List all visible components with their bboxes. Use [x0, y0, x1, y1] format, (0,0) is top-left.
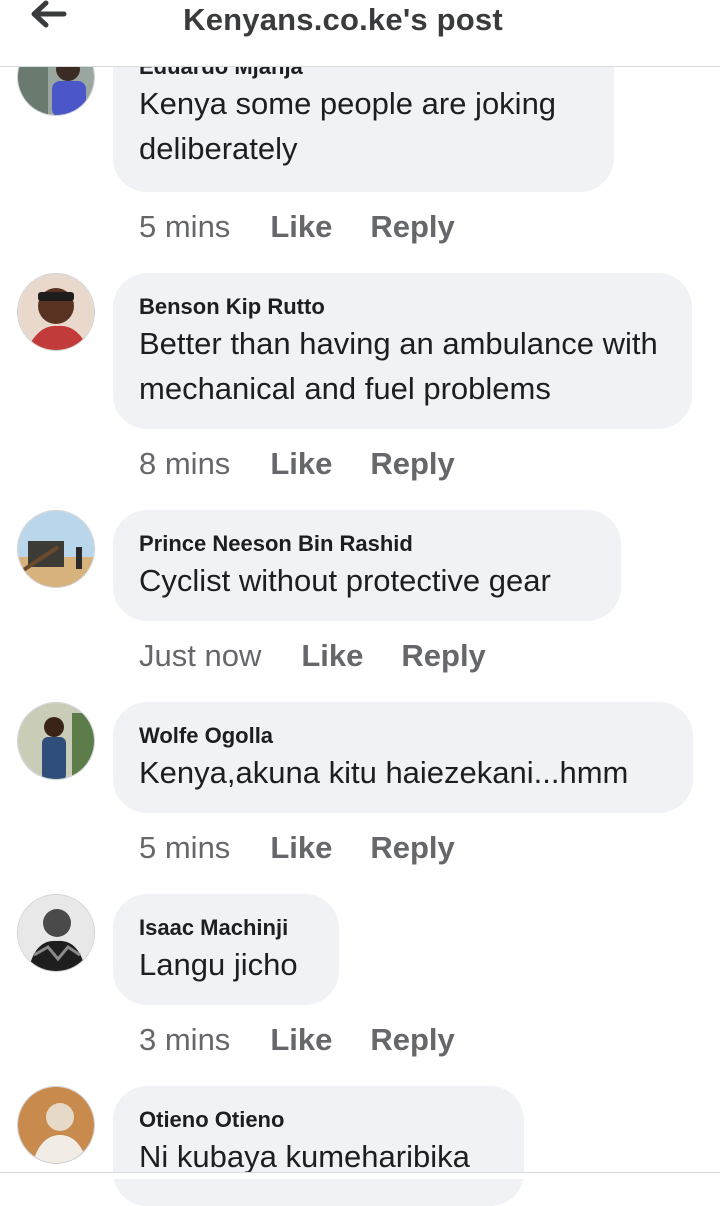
comment-bubble[interactable]: Isaac Machinji Langu jicho: [113, 894, 339, 1005]
avatar-image: [18, 274, 94, 350]
reply-button[interactable]: Reply: [370, 444, 454, 484]
reply-button[interactable]: Reply: [370, 1020, 454, 1060]
comment-text: Cyclist without protective gear: [139, 563, 551, 598]
comment-actions: 5 mins Like Reply: [139, 207, 455, 247]
avatar[interactable]: [17, 894, 95, 972]
comment-author[interactable]: Isaac Machinji: [139, 914, 313, 942]
comment-time: 5 mins: [139, 209, 231, 244]
comment-bubble[interactable]: Otieno Otieno Ni kubaya kumeharibika: [113, 1086, 524, 1206]
avatar-image: [18, 511, 94, 587]
comment-author[interactable]: Otieno Otieno: [139, 1106, 498, 1134]
comment-time: Just now: [139, 638, 262, 673]
comment-actions: Just now Like Reply: [139, 636, 486, 676]
comment-text: Langu jicho: [139, 947, 298, 982]
like-button[interactable]: Like: [270, 207, 332, 247]
comment-actions: 5 mins Like Reply: [139, 828, 455, 868]
avatar-image: [18, 895, 94, 971]
avatar[interactable]: [17, 273, 95, 351]
avatar[interactable]: [17, 702, 95, 780]
comment-author[interactable]: Prince Neeson Bin Rashid: [139, 530, 595, 558]
reply-button[interactable]: Reply: [401, 636, 485, 676]
comment-text: Better than having an ambulance with mec…: [139, 326, 658, 406]
avatar[interactable]: [17, 510, 95, 588]
avatar[interactable]: [17, 1086, 95, 1164]
comment-time: 3 mins: [139, 1022, 231, 1057]
comment-author[interactable]: Wolfe Ogolla: [139, 722, 667, 750]
comment-author[interactable]: Benson Kip Rutto: [139, 293, 666, 321]
like-button[interactable]: Like: [270, 1020, 332, 1060]
comment-bubble[interactable]: Wolfe Ogolla Kenya,akuna kitu haiezekani…: [113, 702, 693, 813]
comment-bubble[interactable]: Benson Kip Rutto Better than having an a…: [113, 273, 692, 429]
comment-text: Kenya,akuna kitu haiezekani...hmm: [139, 755, 629, 790]
like-button[interactable]: Like: [270, 828, 332, 868]
reply-button[interactable]: Reply: [370, 207, 454, 247]
avatar-image: [18, 703, 94, 779]
avatar-image: [18, 1087, 94, 1163]
comment-bubble[interactable]: Prince Neeson Bin Rashid Cyclist without…: [113, 510, 621, 621]
comment-actions: 8 mins Like Reply: [139, 444, 455, 484]
comment-actions: 3 mins Like Reply: [139, 1020, 455, 1060]
reply-button[interactable]: Reply: [370, 828, 454, 868]
top-bar: Kenyans.co.ke's post: [0, 0, 720, 67]
page-title: Kenyans.co.ke's post: [183, 2, 503, 37]
comment-text: Kenya some people are joking deliberatel…: [139, 86, 557, 166]
like-button[interactable]: Like: [270, 444, 332, 484]
comment-time: 5 mins: [139, 830, 231, 865]
comment-time: 8 mins: [139, 446, 231, 481]
like-button[interactable]: Like: [301, 636, 363, 676]
